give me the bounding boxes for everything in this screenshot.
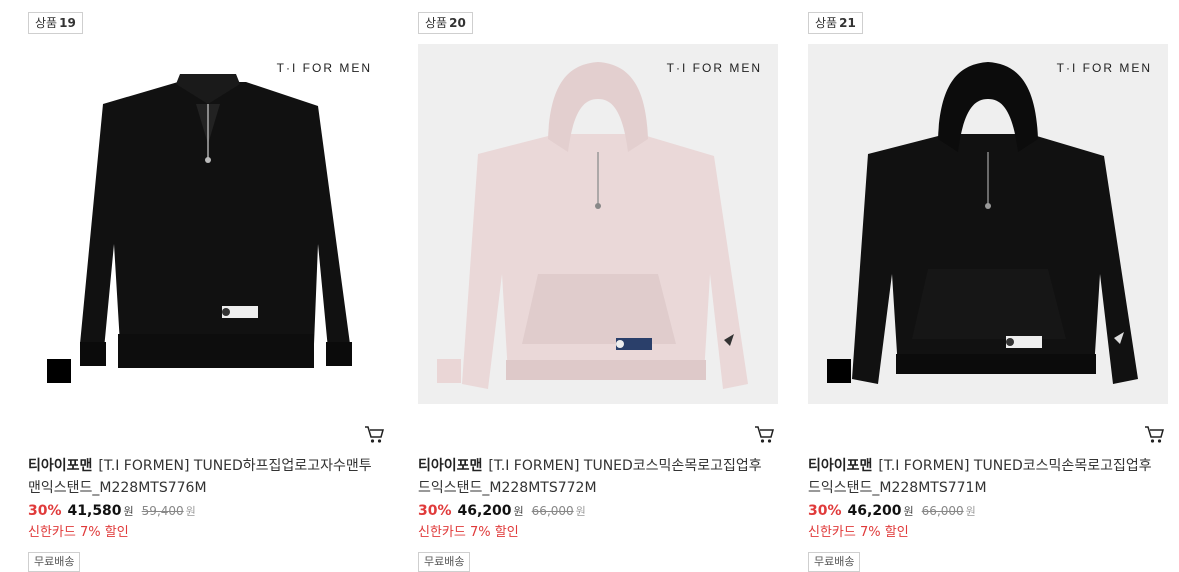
rank-prefix: 상품 xyxy=(35,16,58,30)
card-promotion: 신한카드 7% 할인 xyxy=(808,525,909,540)
sale-price: 41,580 xyxy=(67,503,122,519)
cart-icon[interactable] xyxy=(754,424,776,444)
rank-number: 20 xyxy=(449,16,466,30)
original-currency-unit: 원 xyxy=(575,505,586,518)
product-card[interactable]: 상품 20 T·I FOR MEN 티아이포맨 [T.I FORMEN] TUNED… xyxy=(418,0,778,572)
hoodie-image xyxy=(852,62,1138,384)
color-swatch[interactable] xyxy=(437,359,461,383)
price-row: 30% 46,200 원 66,000 원 xyxy=(808,501,976,522)
rank-badge: 상품 19 xyxy=(28,12,83,34)
shipping-badge: 무료배송 xyxy=(28,552,81,572)
rank-badge: 상품 20 xyxy=(418,12,473,34)
cart-icon[interactable] xyxy=(1144,424,1166,444)
rank-number: 21 xyxy=(839,16,856,30)
brand-watermark: T·I FOR MEN xyxy=(276,61,372,75)
currency-unit: 원 xyxy=(513,505,524,518)
sale-price: 46,200 xyxy=(847,503,902,519)
rank-prefix: 상품 xyxy=(815,16,838,30)
cart-icon[interactable] xyxy=(364,424,386,444)
product-card[interactable]: 상품 19 T·I FOR MEN 티아이포맨 [T.I FORMEN] TUNED… xyxy=(28,0,388,572)
original-currency-unit: 원 xyxy=(185,505,196,518)
product-title[interactable]: 티아이포맨 [T.I FORMEN] TUNED하프집업로고자수맨투맨익스탠드_M… xyxy=(28,455,378,499)
color-swatch[interactable] xyxy=(827,359,851,383)
price-row: 30% 41,580 원 59,400 원 xyxy=(28,501,196,522)
brand-name: 티아이포맨 xyxy=(418,458,483,474)
rank-number: 19 xyxy=(59,16,76,30)
original-price: 66,000 xyxy=(921,504,964,518)
sweatshirt-image xyxy=(80,74,352,368)
rank-badge: 상품 21 xyxy=(808,12,863,34)
product-title[interactable]: 티아이포맨 [T.I FORMEN] TUNED코스믹손목로고집업후드익스탠드_M… xyxy=(808,455,1158,499)
price-row: 30% 46,200 원 66,000 원 xyxy=(418,501,586,522)
brand-name: 티아이포맨 xyxy=(28,458,93,474)
color-swatch[interactable] xyxy=(47,359,71,383)
currency-unit: 원 xyxy=(903,505,914,518)
currency-unit: 원 xyxy=(123,505,134,518)
original-price: 66,000 xyxy=(531,504,574,518)
sale-price: 46,200 xyxy=(457,503,512,519)
product-card[interactable]: 상품 21 T·I FOR MEN 티아이포맨 [T.I FORMEN] TUNED… xyxy=(808,0,1168,572)
original-price: 59,400 xyxy=(141,504,184,518)
card-promotion: 신한카드 7% 할인 xyxy=(28,525,129,540)
discount-rate: 30% xyxy=(808,503,842,519)
brand-watermark: T·I FOR MEN xyxy=(1056,61,1152,75)
card-promotion: 신한카드 7% 할인 xyxy=(418,525,519,540)
shipping-badge: 무료배송 xyxy=(418,552,471,572)
hoodie-image xyxy=(462,62,748,389)
product-image[interactable]: T·I FOR MEN xyxy=(28,44,388,404)
brand-watermark: T·I FOR MEN xyxy=(666,61,762,75)
product-image[interactable]: T·I FOR MEN xyxy=(808,44,1168,404)
discount-rate: 30% xyxy=(28,503,62,519)
brand-name: 티아이포맨 xyxy=(808,458,873,474)
rank-prefix: 상품 xyxy=(425,16,448,30)
product-image[interactable]: T·I FOR MEN xyxy=(418,44,778,404)
product-title[interactable]: 티아이포맨 [T.I FORMEN] TUNED코스믹손목로고집업후드익스탠드_M… xyxy=(418,455,768,499)
original-currency-unit: 원 xyxy=(965,505,976,518)
discount-rate: 30% xyxy=(418,503,452,519)
shipping-badge: 무료배송 xyxy=(808,552,861,572)
